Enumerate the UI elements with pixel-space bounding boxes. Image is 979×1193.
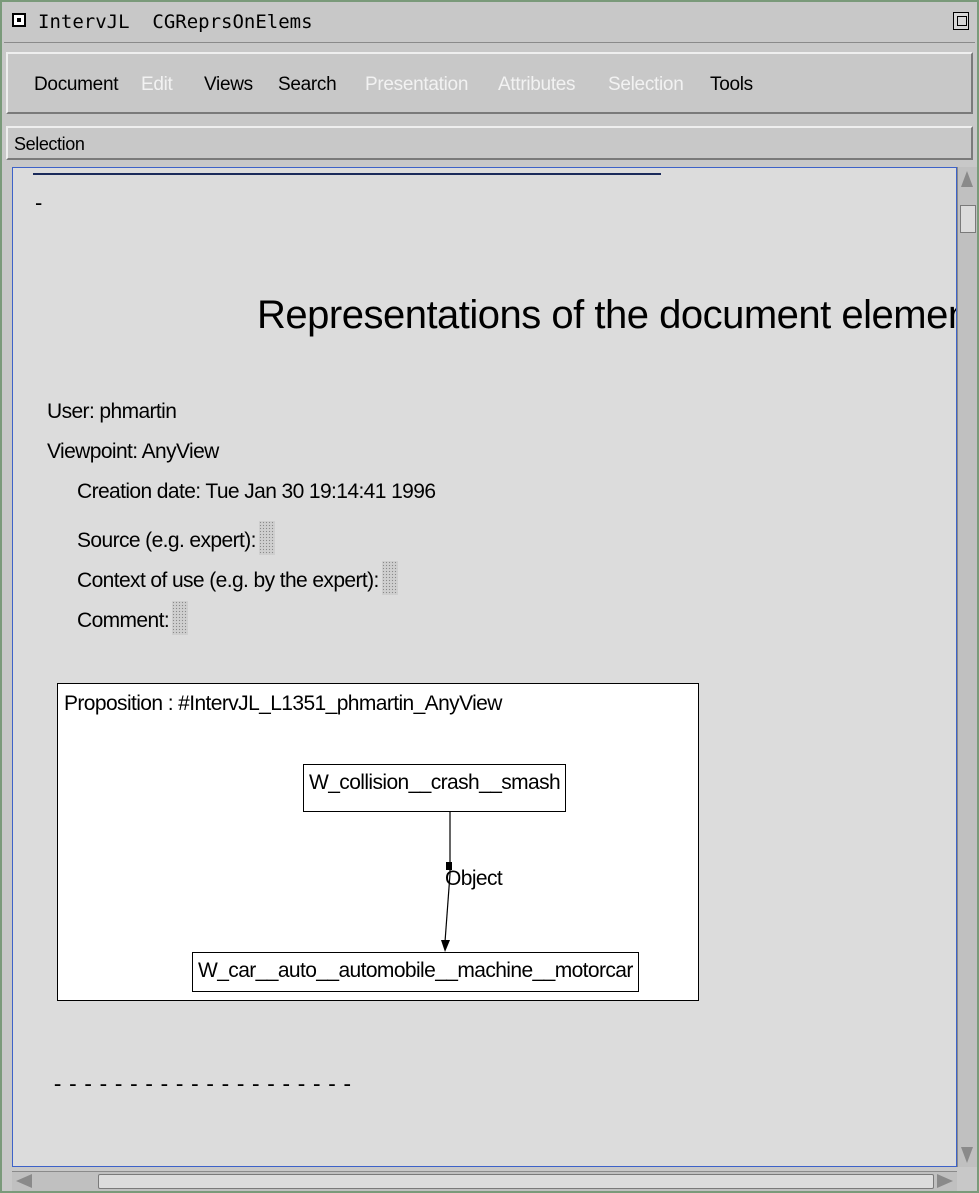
scroll-right-icon[interactable] (937, 1174, 953, 1188)
window-menu-icon[interactable] (12, 13, 26, 27)
menu-presentation[interactable]: Presentation (365, 74, 468, 96)
menu-bar: Document Edit Views Search Presentation … (6, 52, 973, 114)
menu-search[interactable]: Search (278, 74, 337, 96)
scroll-down-icon[interactable] (961, 1147, 973, 1163)
menu-attributes[interactable]: Attributes (498, 74, 576, 96)
mode-label: Selection (14, 134, 85, 154)
comment-line: Comment: (77, 601, 189, 635)
source-label: Source (e.g. expert): (77, 529, 256, 552)
source-line: Source (e.g. expert): (77, 521, 275, 555)
document-area[interactable]: - Representations of the document elemen… (12, 167, 957, 1167)
scroll-up-icon[interactable] (961, 171, 973, 187)
relation-object[interactable]: Object (445, 867, 503, 891)
document-title[interactable]: Representations of the document element (257, 293, 956, 338)
leading-dash: - (35, 190, 43, 215)
viewpoint-line[interactable]: Viewpoint: AnyView (47, 440, 219, 464)
menu-document[interactable]: Document (34, 74, 119, 96)
menu-views[interactable]: Views (204, 74, 253, 96)
maximize-icon[interactable] (953, 12, 969, 30)
menu-tools[interactable]: Tools (710, 74, 753, 96)
concept-car[interactable]: W_car__auto__automobile__machine__motorc… (192, 952, 639, 992)
proposition-graph[interactable]: Proposition : #IntervJL_L1351_phmartin_A… (57, 683, 699, 1001)
creation-date-line[interactable]: Creation date: Tue Jan 30 19:14:41 1996 (77, 480, 436, 504)
menu-selection[interactable]: Selection (608, 74, 684, 96)
vertical-scroll-thumb[interactable] (960, 205, 976, 233)
context-line: Context of use (e.g. by the expert): (77, 561, 398, 595)
title-bar[interactable]: IntervJL CGReprsOnElems (4, 4, 975, 43)
menu-edit[interactable]: Edit (141, 74, 173, 96)
concept-collision[interactable]: W_collision__crash__smash (303, 764, 567, 812)
source-field[interactable] (258, 521, 275, 555)
context-field[interactable] (381, 561, 398, 595)
top-rule (33, 173, 661, 175)
comment-label: Comment: (77, 609, 170, 632)
vertical-scrollbar[interactable] (957, 167, 977, 1167)
user-line[interactable]: User: phmartin (47, 400, 177, 424)
scroll-left-icon[interactable] (16, 1174, 32, 1188)
window-title: IntervJL CGReprsOnElems (38, 11, 313, 33)
comment-field[interactable] (172, 601, 189, 635)
mode-bar: Selection (6, 126, 973, 160)
application-window: IntervJL CGReprsOnElems Document Edit Vi… (0, 0, 979, 1193)
horizontal-scroll-thumb[interactable] (98, 1174, 934, 1189)
context-label: Context of use (e.g. by the expert): (77, 569, 379, 592)
horizontal-scrollbar[interactable] (12, 1171, 957, 1191)
trailing-dashes: -------------------- (51, 1072, 356, 1097)
